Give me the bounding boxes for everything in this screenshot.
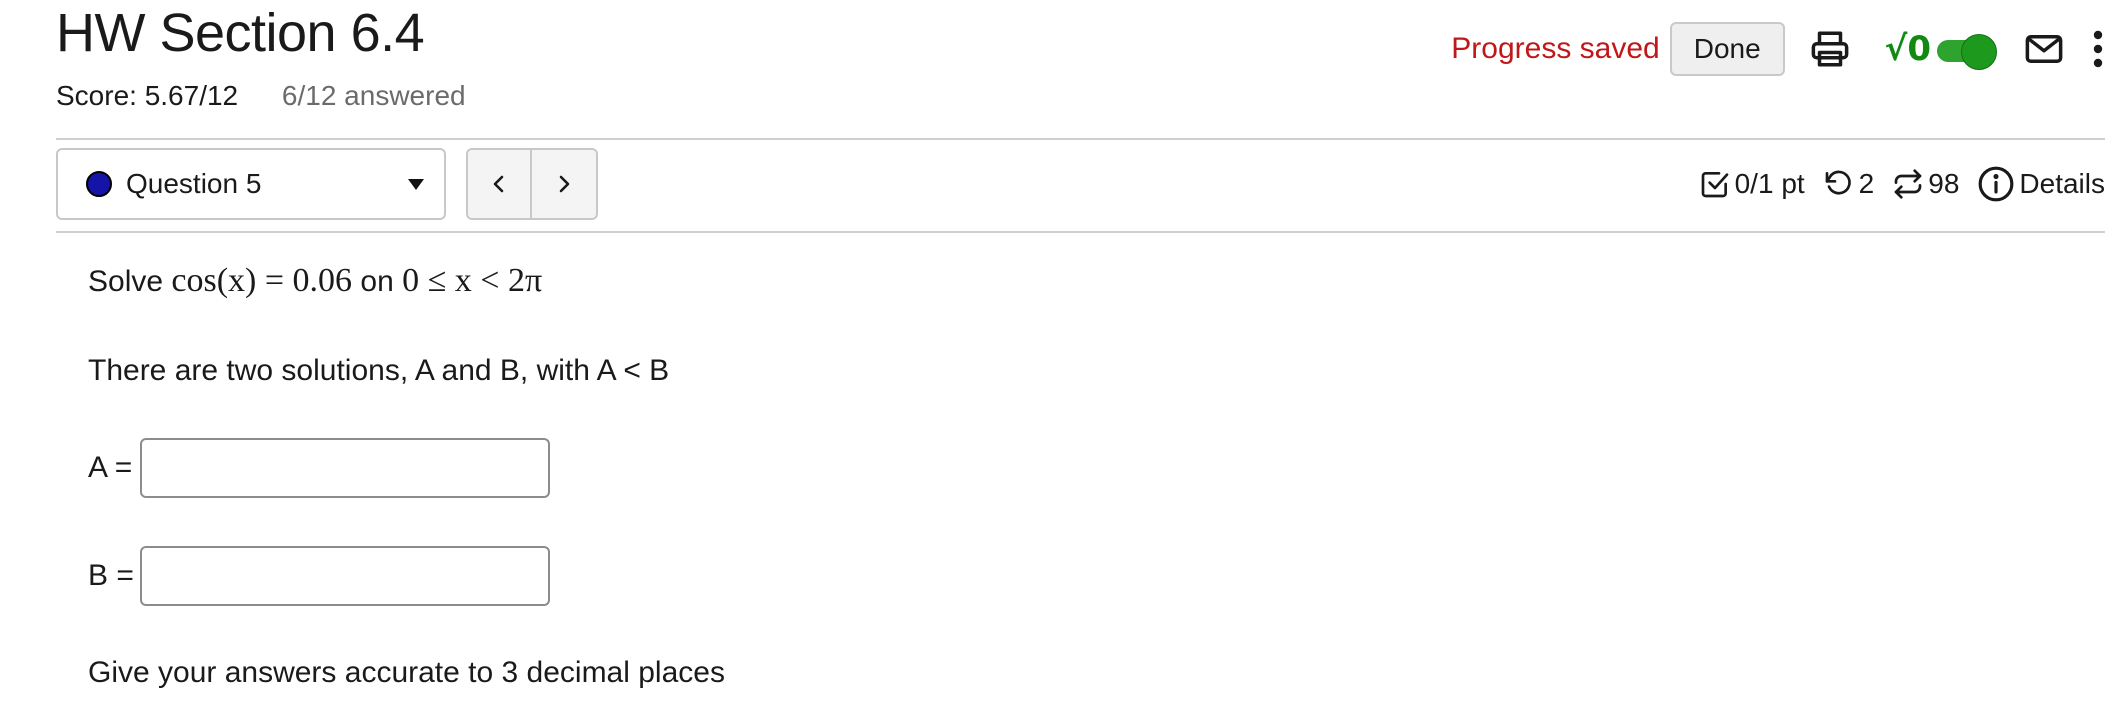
sqrt-icon: √0 [1884, 29, 1931, 69]
attempts-item: 98 [1892, 168, 1959, 200]
accuracy-instructions: Give your answers accurate to 3 decimal … [88, 656, 725, 689]
math-entry-toggle[interactable] [1937, 34, 1997, 70]
done-button[interactable]: Done [1669, 22, 1785, 76]
question-prompt: Solve cos(x) = 0.06 on 0 ≤ x < 2π [88, 262, 542, 300]
on-word: on [360, 265, 394, 298]
field-b-label: B = [88, 559, 134, 592]
question-status-dot [86, 171, 112, 197]
question-divider [56, 231, 2105, 233]
details-label: Details [2019, 168, 2105, 199]
points-text: 0/1 pt [1734, 168, 1805, 199]
header-divider [56, 138, 2105, 140]
attempts-count: 98 [1928, 168, 1960, 199]
assignment-title: HW Section 6.4 [56, 3, 425, 63]
question-meta: 0/1 pt 2 98 Details [1681, 160, 2105, 208]
answer-a-input[interactable] [140, 438, 550, 498]
undo-icon [1825, 170, 1851, 195]
caret-down-icon [408, 178, 424, 190]
mail-icon[interactable] [2023, 28, 2065, 70]
repeat-icon [1894, 169, 1922, 199]
solutions-intro: There are two solutions, A and B, with A… [88, 354, 670, 387]
interval: 0 ≤ x < 2π [402, 262, 543, 299]
retries-count: 2 [1858, 168, 1875, 199]
info-icon [1978, 166, 2014, 202]
details-button[interactable]: Details [1977, 165, 2105, 203]
equation: cos(x) = 0.06 [171, 262, 353, 299]
kebab-menu-icon[interactable] [2091, 28, 2105, 70]
answer-row-a: A = [88, 438, 550, 498]
answer-row-b: B = [88, 546, 550, 606]
printer-icon[interactable] [1809, 28, 1851, 70]
chevron-left-icon [493, 175, 504, 193]
prompt-word: Solve [88, 265, 164, 298]
retries-item: 2 [1823, 168, 1875, 200]
toggle-knob [1961, 34, 1997, 70]
previous-question-button[interactable] [466, 148, 532, 220]
progress-status: Progress saved [1451, 32, 1660, 65]
score-line: Score: 5.67/12 6/12 answered [56, 80, 466, 112]
question-select[interactable]: Question 5 [56, 148, 446, 220]
points-item: 0/1 pt [1699, 168, 1805, 200]
next-question-button[interactable] [532, 148, 598, 220]
answer-b-input[interactable] [140, 546, 550, 606]
question-select-label: Question 5 [126, 168, 262, 199]
field-a-label: A = [88, 451, 133, 484]
question-nav-buttons [466, 148, 598, 220]
chevron-right-icon [559, 175, 570, 193]
score-text: Score: 5.67/12 [56, 80, 239, 111]
answered-count: 6/12 answered [281, 80, 466, 111]
checkbox-icon [1701, 172, 1728, 198]
top-actions: Progress saved Done √0 [1451, 20, 2105, 78]
